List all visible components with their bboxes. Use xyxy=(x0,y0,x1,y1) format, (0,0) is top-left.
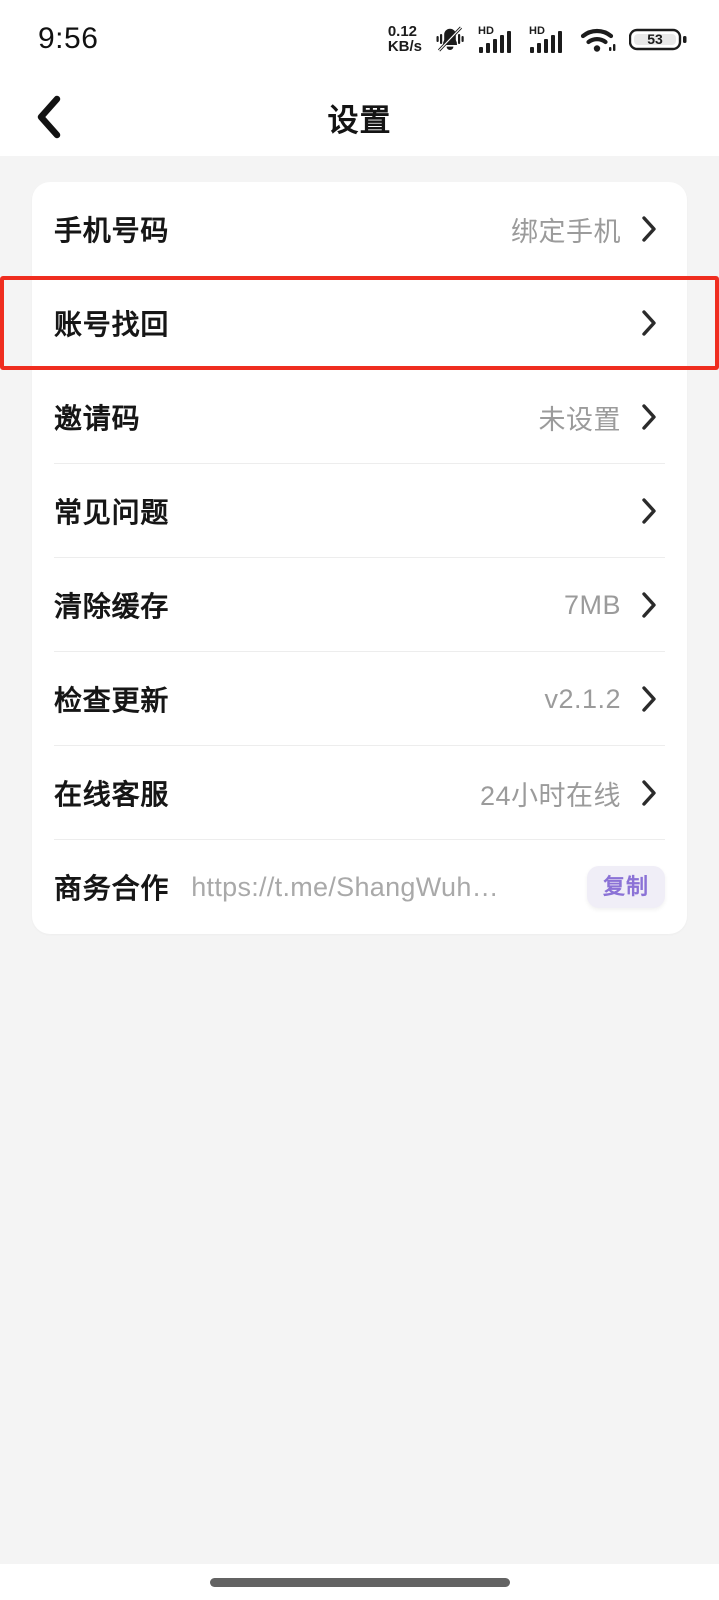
status-icons: 0.12 KB/s HD HD 53 xyxy=(388,23,689,55)
settings-row-value: 未设置 xyxy=(538,404,621,435)
settings-content: 手机号码 绑定手机 账号找回 邀请码 未设置 常见问题 清除缓存 7MB 检查更… xyxy=(0,156,719,1564)
chevron-right-icon xyxy=(637,777,661,809)
settings-row-phone-number[interactable]: 手机号码 绑定手机 xyxy=(32,182,687,276)
settings-row-label: 在线客服 xyxy=(54,779,170,810)
settings-row-invite-code[interactable]: 邀请码 未设置 xyxy=(32,370,687,464)
hd-signal-icon: HD xyxy=(478,23,518,55)
status-bar: 9:56 0.12 KB/s HD HD 53 xyxy=(0,0,719,78)
settings-row-value: 24小时在线 xyxy=(479,780,621,811)
chevron-right-icon xyxy=(637,495,661,527)
network-speed-indicator: 0.12 KB/s xyxy=(387,22,422,55)
settings-row-label: 邀请码 xyxy=(54,403,141,434)
home-indicator-area xyxy=(0,1564,719,1600)
settings-row-label: 检查更新 xyxy=(54,685,170,716)
chevron-right-icon xyxy=(637,683,661,715)
chevron-left-icon xyxy=(35,94,65,140)
home-indicator[interactable] xyxy=(209,1577,510,1587)
business-cooperation-url: https://t.me/ShangWuh… xyxy=(191,871,499,902)
svg-text:53: 53 xyxy=(647,31,663,47)
bell-muted-icon xyxy=(433,23,467,55)
settings-row-online-support[interactable]: 在线客服 24小时在线 xyxy=(32,746,687,840)
settings-row-label: 手机号码 xyxy=(54,215,170,246)
battery-icon: 53 xyxy=(629,23,689,55)
settings-card: 手机号码 绑定手机 账号找回 邀请码 未设置 常见问题 清除缓存 7MB 检查更… xyxy=(0,182,719,934)
settings-row-value: v2.1.2 xyxy=(544,683,621,714)
settings-row-account-recovery[interactable]: 账号找回 xyxy=(32,276,687,370)
settings-row-business-cooperation[interactable]: 商务合作 https://t.me/ShangWuh… 复制 xyxy=(32,840,687,934)
page-title: 设置 xyxy=(327,102,392,138)
settings-row-value: 7MB xyxy=(563,589,621,620)
wifi-icon xyxy=(580,23,618,55)
settings-row-check-update[interactable]: 检查更新 v2.1.2 xyxy=(32,652,687,746)
chevron-right-icon xyxy=(637,589,661,621)
settings-row-label: 常见问题 xyxy=(54,497,170,528)
network-speed-unit: KB/s xyxy=(387,38,422,55)
navigation-bar: 设置 xyxy=(0,78,719,156)
settings-row-label: 清除缓存 xyxy=(54,591,170,622)
settings-row-faq[interactable]: 常见问题 xyxy=(32,464,687,558)
settings-row-label: 商务合作 xyxy=(54,873,170,904)
phone-screen: 9:56 0.12 KB/s HD HD 53 设置 手机号码 绑定手机 账号找… xyxy=(0,0,719,1600)
copy-button[interactable]: 复制 xyxy=(586,866,665,908)
status-time: 9:56 xyxy=(38,22,99,55)
chevron-right-icon xyxy=(637,307,661,339)
svg-text:HD: HD xyxy=(529,25,545,37)
settings-row-clear-cache[interactable]: 清除缓存 7MB xyxy=(32,558,687,652)
network-speed-value: 0.12 xyxy=(387,22,418,40)
settings-row-value: 绑定手机 xyxy=(511,216,621,247)
back-button[interactable] xyxy=(22,89,78,145)
hd-signal-icon: HD xyxy=(529,23,569,55)
chevron-right-icon xyxy=(637,401,661,433)
chevron-right-icon xyxy=(637,213,661,245)
settings-row-label: 账号找回 xyxy=(54,309,170,340)
svg-text:HD: HD xyxy=(478,25,494,37)
